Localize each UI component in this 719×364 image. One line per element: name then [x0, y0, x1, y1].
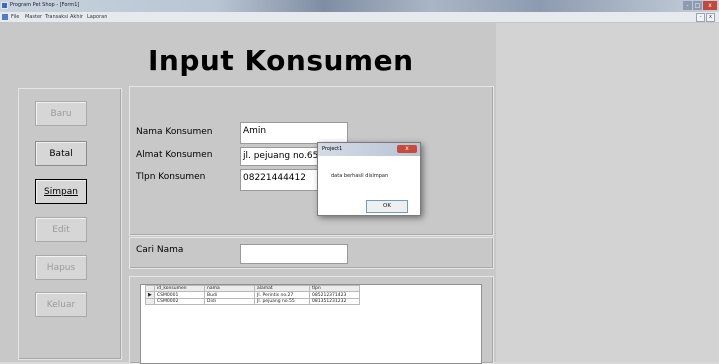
minimize-button[interactable]: - — [683, 1, 692, 10]
table-cell[interactable]: Budi — [204, 291, 255, 299]
tlpn-konsumen-label: Tlpn Konsumen — [136, 172, 206, 182]
menu-bar: File Master Transaksi Akhir Laporan - x — [0, 12, 719, 23]
nama-konsumen-input[interactable]: Amin — [240, 122, 348, 144]
table-cell[interactable]: CSM0002 — [154, 298, 205, 305]
menu-akhir[interactable]: Akhir — [70, 14, 83, 20]
app-icon — [1, 2, 8, 9]
search-group: Cari Nama — [129, 237, 494, 269]
menu-file[interactable]: File — [11, 14, 19, 20]
close-button[interactable]: x — [703, 1, 717, 10]
mdi-close-button[interactable]: x — [706, 13, 715, 22]
simpan-button-label: Simpan — [44, 187, 78, 197]
keluar-button-label: Keluar — [46, 300, 76, 310]
cari-nama-input[interactable] — [240, 244, 348, 264]
menu-laporan[interactable]: Laporan — [87, 14, 107, 20]
table-cell[interactable]: Jl. Perintis no.27 — [254, 291, 310, 299]
baru-button[interactable]: Baru — [35, 101, 87, 126]
row-indicator — [145, 298, 155, 305]
form-title: Input Konsumen — [148, 44, 414, 77]
alamat-konsumen-label: Almat Konsumen — [136, 150, 213, 160]
dialog-ok-button[interactable]: OK — [366, 200, 408, 213]
edit-button-label: Edit — [52, 225, 70, 235]
current-row-indicator-icon: ▶ — [145, 291, 155, 299]
dialog-close-button[interactable]: x — [397, 145, 417, 153]
dialog-titlebar: Project1 x — [318, 143, 420, 156]
maximize-button[interactable]: □ — [693, 1, 702, 10]
menu-transaksi[interactable]: Transaksi — [45, 14, 68, 20]
input-konsumen-form: Input Konsumen Baru Batal Simpan Edit Ha… — [0, 23, 496, 364]
table-cell[interactable]: Didi — [204, 298, 255, 305]
table-row[interactable]: CSM0002 Didi Jl. pejuang no.55 081351231… — [145, 298, 360, 305]
edit-button[interactable]: Edit — [35, 217, 87, 242]
nama-konsumen-label: Nama Konsumen — [136, 127, 213, 137]
keluar-button[interactable]: Keluar — [35, 292, 87, 317]
table-cell[interactable]: CSM0001 — [154, 291, 205, 299]
cari-nama-label: Cari Nama — [136, 245, 184, 255]
batal-button-label: Batal — [49, 149, 73, 159]
batal-button[interactable]: Batal — [35, 141, 87, 166]
table-row[interactable]: ▶ CSM0001 Budi Jl. Perintis no.27 085212… — [145, 291, 360, 299]
konsumen-datagrid[interactable]: id_konsumen nama alamat tlpn ▶ CSM0001 B… — [140, 284, 482, 364]
menu-master[interactable]: Master — [25, 14, 42, 20]
window-controls: - □ x — [683, 1, 717, 10]
mdi-child-icon[interactable] — [2, 14, 8, 20]
konsumen-fields-group: Nama Konsumen Amin Almat Konsumen jl. pe… — [129, 86, 494, 236]
dialog-title: Project1 — [322, 146, 343, 152]
hapus-button-label: Hapus — [46, 263, 76, 273]
button-panel: Baru Batal Simpan Edit Hapus Keluar — [18, 88, 122, 360]
table-cell[interactable]: 081351231232 — [309, 298, 360, 305]
table-cell[interactable]: 085212371423 — [309, 291, 360, 299]
hapus-button[interactable]: Hapus — [35, 255, 87, 280]
simpan-button[interactable]: Simpan — [35, 179, 87, 204]
mdi-minimize-button[interactable]: - — [696, 13, 705, 22]
baru-button-label: Baru — [50, 109, 72, 119]
konsumen-table: id_konsumen nama alamat tlpn ▶ CSM0001 B… — [145, 285, 360, 305]
mdi-controls: - x — [696, 13, 715, 22]
dialog-body: data berhasil disimpan OK — [318, 156, 420, 215]
window-titlebar: Program Pet Shop - [Form1] - □ x — [0, 0, 719, 12]
table-cell[interactable]: Jl. pejuang no.55 — [254, 298, 310, 305]
dialog-message: data berhasil disimpan — [331, 173, 389, 179]
message-dialog: Project1 x data berhasil disimpan OK — [317, 142, 421, 216]
window-title: Program Pet Shop - [Form1] — [10, 2, 80, 8]
